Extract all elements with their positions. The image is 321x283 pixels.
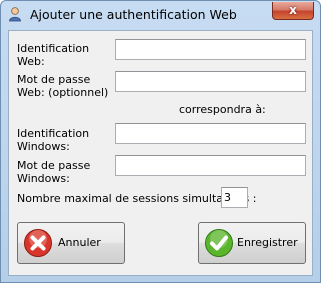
web-password-label: Mot de passe Web: (optionnel)	[17, 73, 109, 99]
dialog-window: Ajouter une authentification Web x Ident…	[0, 0, 321, 283]
cancel-button[interactable]: Annuler	[17, 222, 125, 264]
windows-password-input[interactable]	[116, 156, 305, 175]
user-icon	[9, 7, 21, 22]
max-sessions-field[interactable]	[221, 187, 248, 208]
dialog-content: Identification Web: Mot de passe Web: (o…	[8, 30, 313, 276]
green-check-circle-icon	[205, 229, 233, 257]
save-button-label: Enregistrer	[237, 236, 298, 249]
title-bar[interactable]: Ajouter une authentification Web x	[1, 1, 320, 28]
web-id-field[interactable]	[115, 39, 306, 60]
windows-password-label: Mot de passe Windows:	[17, 159, 91, 185]
cancel-button-label: Annuler	[58, 236, 101, 249]
web-id-label: Identification Web:	[17, 42, 90, 68]
windows-id-field[interactable]	[115, 123, 306, 144]
max-sessions-input[interactable]	[222, 188, 247, 207]
save-button[interactable]: Enregistrer	[198, 222, 306, 264]
web-id-input[interactable]	[116, 40, 305, 59]
close-button[interactable]: x	[272, 2, 314, 20]
corresponds-label: correspondra à:	[179, 103, 266, 116]
red-x-circle-icon	[24, 229, 52, 257]
windows-id-input[interactable]	[116, 124, 305, 143]
close-icon: x	[289, 3, 297, 17]
windows-password-field[interactable]	[115, 155, 306, 176]
web-password-field[interactable]	[115, 71, 306, 92]
window-title: Ajouter une authentification Web	[30, 7, 237, 22]
windows-id-label: Identification Windows:	[17, 127, 90, 153]
web-password-input[interactable]	[116, 72, 305, 91]
